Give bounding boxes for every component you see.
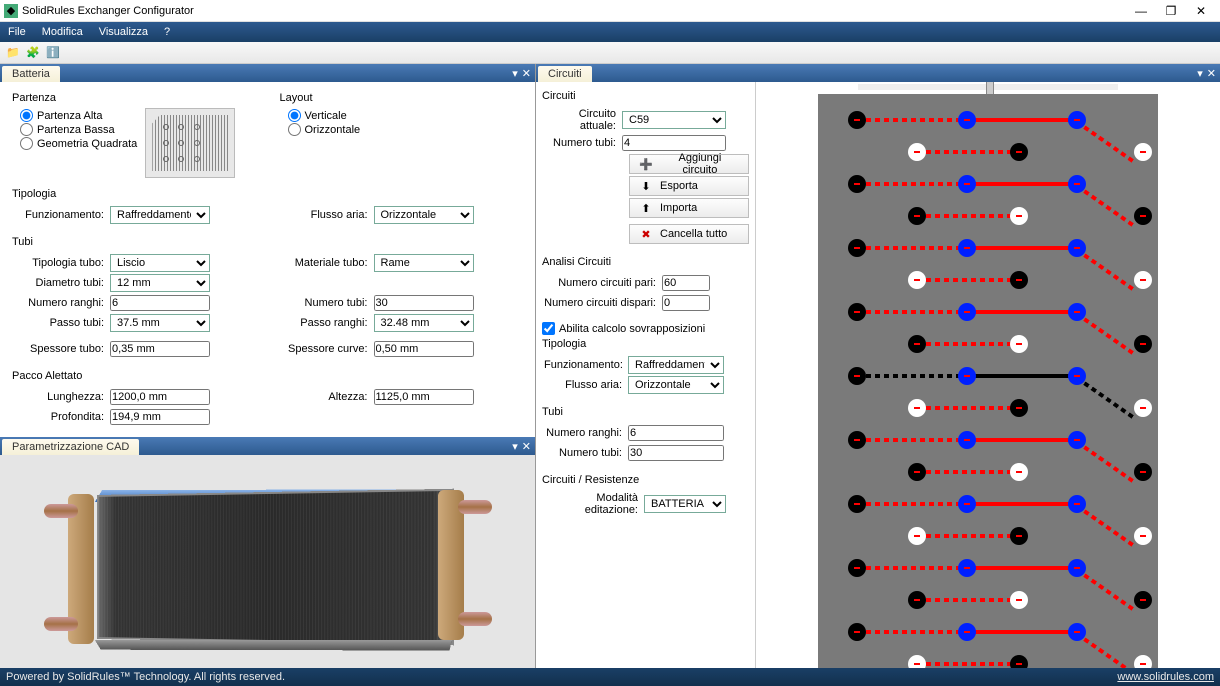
status-text: Powered by SolidRules™ Technology. All r…: [6, 671, 285, 683]
circuiti-close-icon[interactable]: ✕: [1207, 67, 1216, 80]
import-icon: ⬆: [638, 202, 654, 215]
modalita-editazione-select[interactable]: BATTERIA: [644, 495, 726, 513]
analisi-group: Analisi Circuiti Numero circuiti pari: N…: [542, 254, 749, 316]
altezza-input[interactable]: [374, 389, 474, 405]
partenza-bassa-radio[interactable]: Partenza Bassa: [20, 123, 137, 136]
cad-panel-header: Parametrizzazione CAD ▾ ✕: [0, 437, 535, 455]
partenza-alta-radio[interactable]: Partenza Alta: [20, 109, 137, 122]
toolbar-btn-2[interactable]: 🧩: [24, 44, 42, 62]
finned-thumbnail: [145, 108, 235, 178]
status-link[interactable]: www.solidrules.com: [1117, 671, 1214, 683]
tipologia-group: Tipologia Funzionamento:Raffreddamento F…: [12, 186, 523, 228]
batteria-close-icon[interactable]: ✕: [522, 67, 531, 80]
diametro-tubi-select[interactable]: 12 mm: [110, 274, 210, 292]
passo-ranghi-select[interactable]: 32.48 mm: [374, 314, 474, 332]
app-icon: ◆: [4, 4, 18, 18]
numero-tubi-input[interactable]: [374, 295, 474, 311]
cad-viewport[interactable]: [0, 455, 535, 668]
export-icon: ⬇: [638, 180, 654, 193]
circuits-canvas[interactable]: [756, 82, 1220, 668]
toolbar-btn-3[interactable]: ℹ️: [44, 44, 62, 62]
toolbar: 📁 🧩 ℹ️: [0, 42, 1220, 64]
tab-cad[interactable]: Parametrizzazione CAD: [2, 439, 139, 455]
batteria-pin-icon[interactable]: ▾: [512, 67, 518, 80]
toolbar-btn-1[interactable]: 📁: [4, 44, 22, 62]
close-button[interactable]: ✕: [1186, 1, 1216, 21]
statusbar: Powered by SolidRules™ Technology. All r…: [0, 668, 1220, 686]
circuito-attuale-select[interactable]: C59: [622, 111, 726, 129]
funzionamento-select[interactable]: Raffreddamento: [110, 206, 210, 224]
partenza-group: Partenza Partenza Alta Partenza Bassa Ge…: [12, 90, 256, 180]
esporta-button[interactable]: ⬇Esporta: [629, 176, 749, 196]
importa-button[interactable]: ⬆Importa: [629, 198, 749, 218]
circuiti-tipologia-group: Tipologia Funzionamento:Raffreddamento F…: [542, 336, 749, 398]
menu-modifica[interactable]: Modifica: [42, 26, 83, 38]
delete-icon: ✖: [638, 228, 654, 241]
numero-ranghi-input[interactable]: [110, 295, 210, 311]
circuiti-tubi-group: Tubi Numero ranghi: Numero tubi:: [542, 404, 749, 466]
cad-close-icon[interactable]: ✕: [522, 440, 531, 453]
titlebar: ◆ SolidRules Exchanger Configurator — ❐ …: [0, 0, 1220, 22]
menu-help[interactable]: ?: [164, 26, 170, 38]
app-title: SolidRules Exchanger Configurator: [22, 5, 1126, 17]
circuiti-ntubi-input[interactable]: [628, 445, 724, 461]
profondita-input[interactable]: [110, 409, 210, 425]
circuiti-resistenze-group: Circuiti / Resistenze Modalità editazion…: [542, 472, 749, 520]
layout-orizzontale-radio[interactable]: Orizzontale: [288, 123, 524, 136]
circuiti-funzionamento-select[interactable]: Raffreddamento: [628, 356, 724, 374]
tipologia-tubo-select[interactable]: Liscio: [110, 254, 210, 272]
circuiti-flusso-select[interactable]: Orizzontale: [628, 376, 724, 394]
tubi-group: Tubi Tipologia tubo:Liscio Diametro tubi…: [12, 234, 523, 362]
spessore-tubo-input[interactable]: [110, 341, 210, 357]
circuiti-numero-tubi-input[interactable]: [622, 135, 726, 151]
menu-file[interactable]: File: [8, 26, 26, 38]
lunghezza-input[interactable]: [110, 389, 210, 405]
passo-tubi-select[interactable]: 37.5 mm: [110, 314, 210, 332]
tab-circuiti[interactable]: Circuiti: [538, 66, 592, 82]
aggiungi-circuito-button[interactable]: ➕Aggiungi circuito: [629, 154, 749, 174]
cad-pin-icon[interactable]: ▾: [512, 440, 518, 453]
circuiti-group: Circuiti Circuito attuale:C59 Numero tub…: [542, 88, 749, 248]
layout-verticale-radio[interactable]: Verticale: [288, 109, 524, 122]
minimize-button[interactable]: —: [1126, 1, 1156, 21]
maximize-button[interactable]: ❐: [1156, 1, 1186, 21]
batteria-panel-header: Batteria ▾ ✕: [0, 64, 535, 82]
spessore-curve-input[interactable]: [374, 341, 474, 357]
abilita-sovrapposizioni-check[interactable]: Abilita calcolo sovrapposizioni: [542, 322, 749, 335]
circuiti-ranghi-input[interactable]: [628, 425, 724, 441]
circuiti-pari-input[interactable]: [662, 275, 710, 291]
menu-visualizza[interactable]: Visualizza: [99, 26, 148, 38]
menubar: File Modifica Visualizza ?: [0, 22, 1220, 42]
partenza-quadrata-radio[interactable]: Geometria Quadrata: [20, 137, 137, 150]
plus-icon: ➕: [638, 158, 654, 171]
layout-group: Layout Verticale Orizzontale: [280, 90, 524, 139]
circuiti-pin-icon[interactable]: ▾: [1197, 67, 1203, 80]
circuiti-dispari-input[interactable]: [662, 295, 710, 311]
circuiti-panel-header: Circuiti ▾ ✕: [536, 64, 1220, 82]
pacco-group: Pacco Alettato Lunghezza: Profondita: Al…: [12, 368, 523, 430]
tab-batteria[interactable]: Batteria: [2, 66, 60, 82]
exchanger-3d-model: [38, 462, 498, 662]
materiale-tubo-select[interactable]: Rame: [374, 254, 474, 272]
canvas-scroll-slider[interactable]: [858, 84, 1118, 90]
flusso-aria-select[interactable]: Orizzontale: [374, 206, 474, 224]
cancella-tutto-button[interactable]: ✖Cancella tutto: [629, 224, 749, 244]
